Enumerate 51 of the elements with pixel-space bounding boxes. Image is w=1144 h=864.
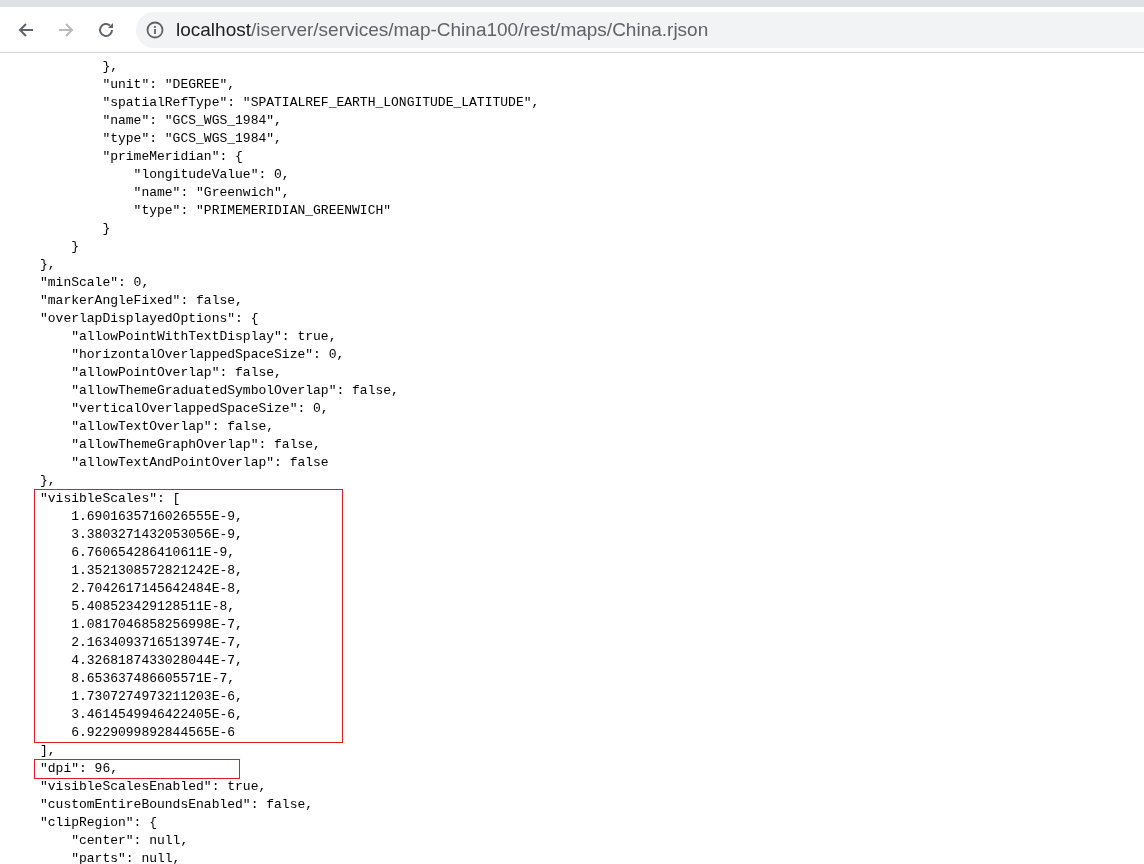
json-line: "markerAngleFixed": false, [40, 292, 244, 310]
json-line: "overlapDisplayedOptions": { [40, 310, 260, 328]
json-line: "minScale": 0, [40, 274, 151, 292]
json-line: 1.3521308572821242E-8, [70, 562, 243, 580]
json-line: } [70, 238, 80, 256]
json-line: "parts": null, [70, 850, 182, 864]
json-line: "allowPointWithTextDisplay": true, [70, 328, 338, 346]
json-line: } [101, 220, 112, 238]
json-line: 1.6901635716026555E-9, [70, 508, 243, 526]
json-line: 4.3268187433028044E-7, [70, 652, 243, 670]
json-line: 3.3803271432053056E-9, [70, 526, 243, 544]
json-line: "verticalOverlappedSpaceSize": 0, [70, 400, 330, 418]
json-line: 5.408523429128511E-8, [70, 598, 237, 616]
json-line: "unit": "DEGREE", [101, 76, 237, 94]
json-line: "customEntireBoundsEnabled": false, [40, 796, 315, 814]
info-icon [146, 20, 164, 39]
reload-icon [97, 20, 115, 39]
json-line: 6.9229099892844565E-6 [70, 724, 237, 742]
json-line: "dpi": 96, [40, 760, 119, 778]
json-line: }, [40, 256, 57, 274]
json-line: 1.7307274973211203E-6, [70, 688, 243, 706]
json-line: }, [40, 472, 57, 490]
json-line: 3.4614549946422405E-6, [70, 706, 243, 724]
json-line: "allowThemeGraphOverlap": false, [70, 436, 322, 454]
json-line: "allowTextAndPointOverlap": false [70, 454, 330, 472]
json-line: }, [101, 58, 119, 76]
json-line: "clipRegion": { [40, 814, 159, 832]
url-text: localhost/iserver/services/map-China100/rest/maps/China.rjson [176, 18, 709, 41]
json-line: 6.760654286410611E-9, [70, 544, 237, 562]
json-line: "center": null, [70, 832, 190, 850]
json-line: "name": "GCS_WGS_1984", [101, 112, 283, 130]
json-line: "type": "PRIMEMERIDIAN_GREENWICH" [132, 202, 393, 220]
json-line: "allowTextOverlap": false, [70, 418, 276, 436]
json-line: 1.0817046858256998E-7, [70, 616, 243, 634]
json-line: "allowPointOverlap": false, [70, 364, 283, 382]
json-line: 2.1634093716513974E-7, [70, 634, 243, 652]
json-line: "longitudeValue": 0, [132, 166, 291, 184]
json-line: "name": "Greenwich", [132, 184, 291, 202]
json-line: "type": "GCS_WGS_1984", [101, 130, 283, 148]
json-line: "horizontalOverlappedSpaceSize": 0, [70, 346, 346, 364]
json-line: "visibleScalesEnabled": true, [40, 778, 268, 796]
json-line: "visibleScales": [ [40, 490, 182, 508]
json-line: "allowThemeGraduatedSymbolOverlap": false, [70, 382, 400, 400]
json-line: 8.653637486605571E-7, [70, 670, 237, 688]
json-line: 2.7042617145642484E-8, [70, 580, 243, 598]
json-line: "primeMeridian": { [101, 148, 244, 166]
forward-arrow-icon [57, 20, 75, 39]
json-line: ], [40, 742, 57, 760]
json-line: "spatialRefType": "SPATIALREF_EARTH_LONGITUDE_LATITUDE", [101, 94, 541, 112]
address-bar[interactable]: localhost/iserver/services/map-China100/rest/maps/China.rjson [136, 11, 1144, 48]
back-arrow-icon [17, 20, 35, 39]
